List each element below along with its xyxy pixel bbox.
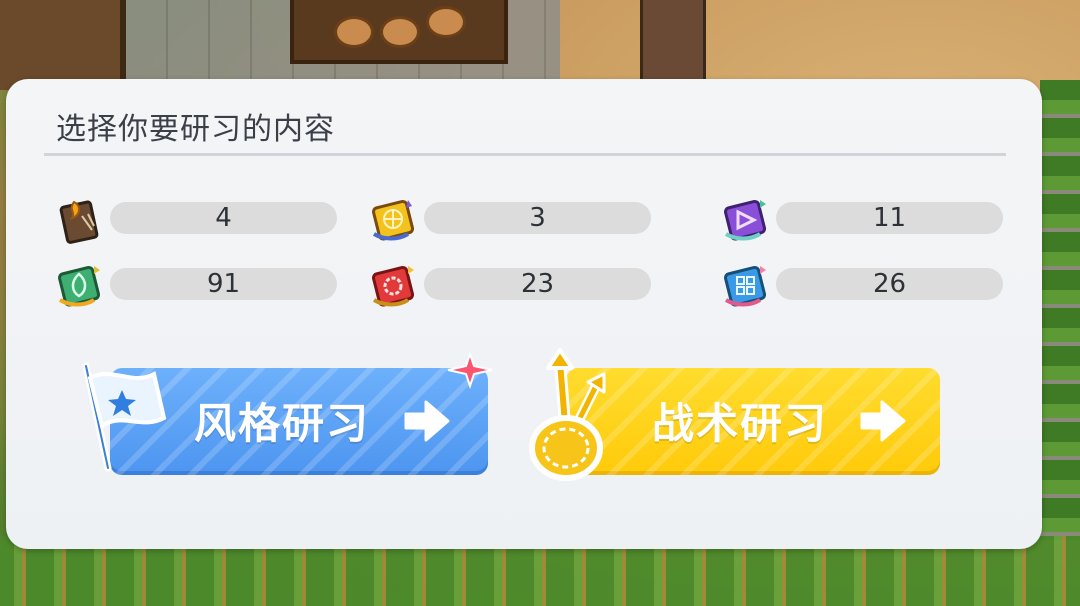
resource-count: 3 bbox=[424, 202, 651, 234]
arrow-right-icon bbox=[404, 400, 450, 442]
green-leaf-book-icon bbox=[58, 265, 101, 307]
star-flag-icon bbox=[82, 362, 167, 472]
purple-triangle-book-icon bbox=[724, 199, 767, 241]
study-selection-dialog: 选择你要研习的内容 4 3 11 91 23 26 风格研习 战术研习 bbox=[6, 79, 1042, 549]
flame-book-icon bbox=[59, 200, 99, 244]
resource-count: 4 bbox=[110, 202, 337, 234]
resource-count: 91 bbox=[110, 268, 337, 300]
resource-count: 11 bbox=[776, 202, 1003, 234]
style-study-label: 风格研习 bbox=[194, 399, 371, 448]
gold-book-icon bbox=[372, 199, 415, 241]
dialog-title: 选择你要研习的内容 bbox=[56, 112, 335, 147]
red-gear-book-icon bbox=[372, 265, 415, 307]
tactic-study-button[interactable]: 战术研习 bbox=[529, 348, 940, 481]
blue-grid-book-icon bbox=[724, 265, 767, 307]
arrow-right-icon bbox=[860, 400, 906, 442]
medal-arrows-icon bbox=[529, 348, 606, 481]
resource-count: 23 bbox=[424, 268, 651, 300]
sparkle-icon bbox=[447, 350, 493, 390]
style-study-button[interactable]: 风格研习 bbox=[82, 350, 493, 475]
resource-count: 26 bbox=[776, 268, 1003, 300]
tactic-study-label: 战术研习 bbox=[652, 399, 829, 448]
title-divider bbox=[44, 153, 1006, 156]
